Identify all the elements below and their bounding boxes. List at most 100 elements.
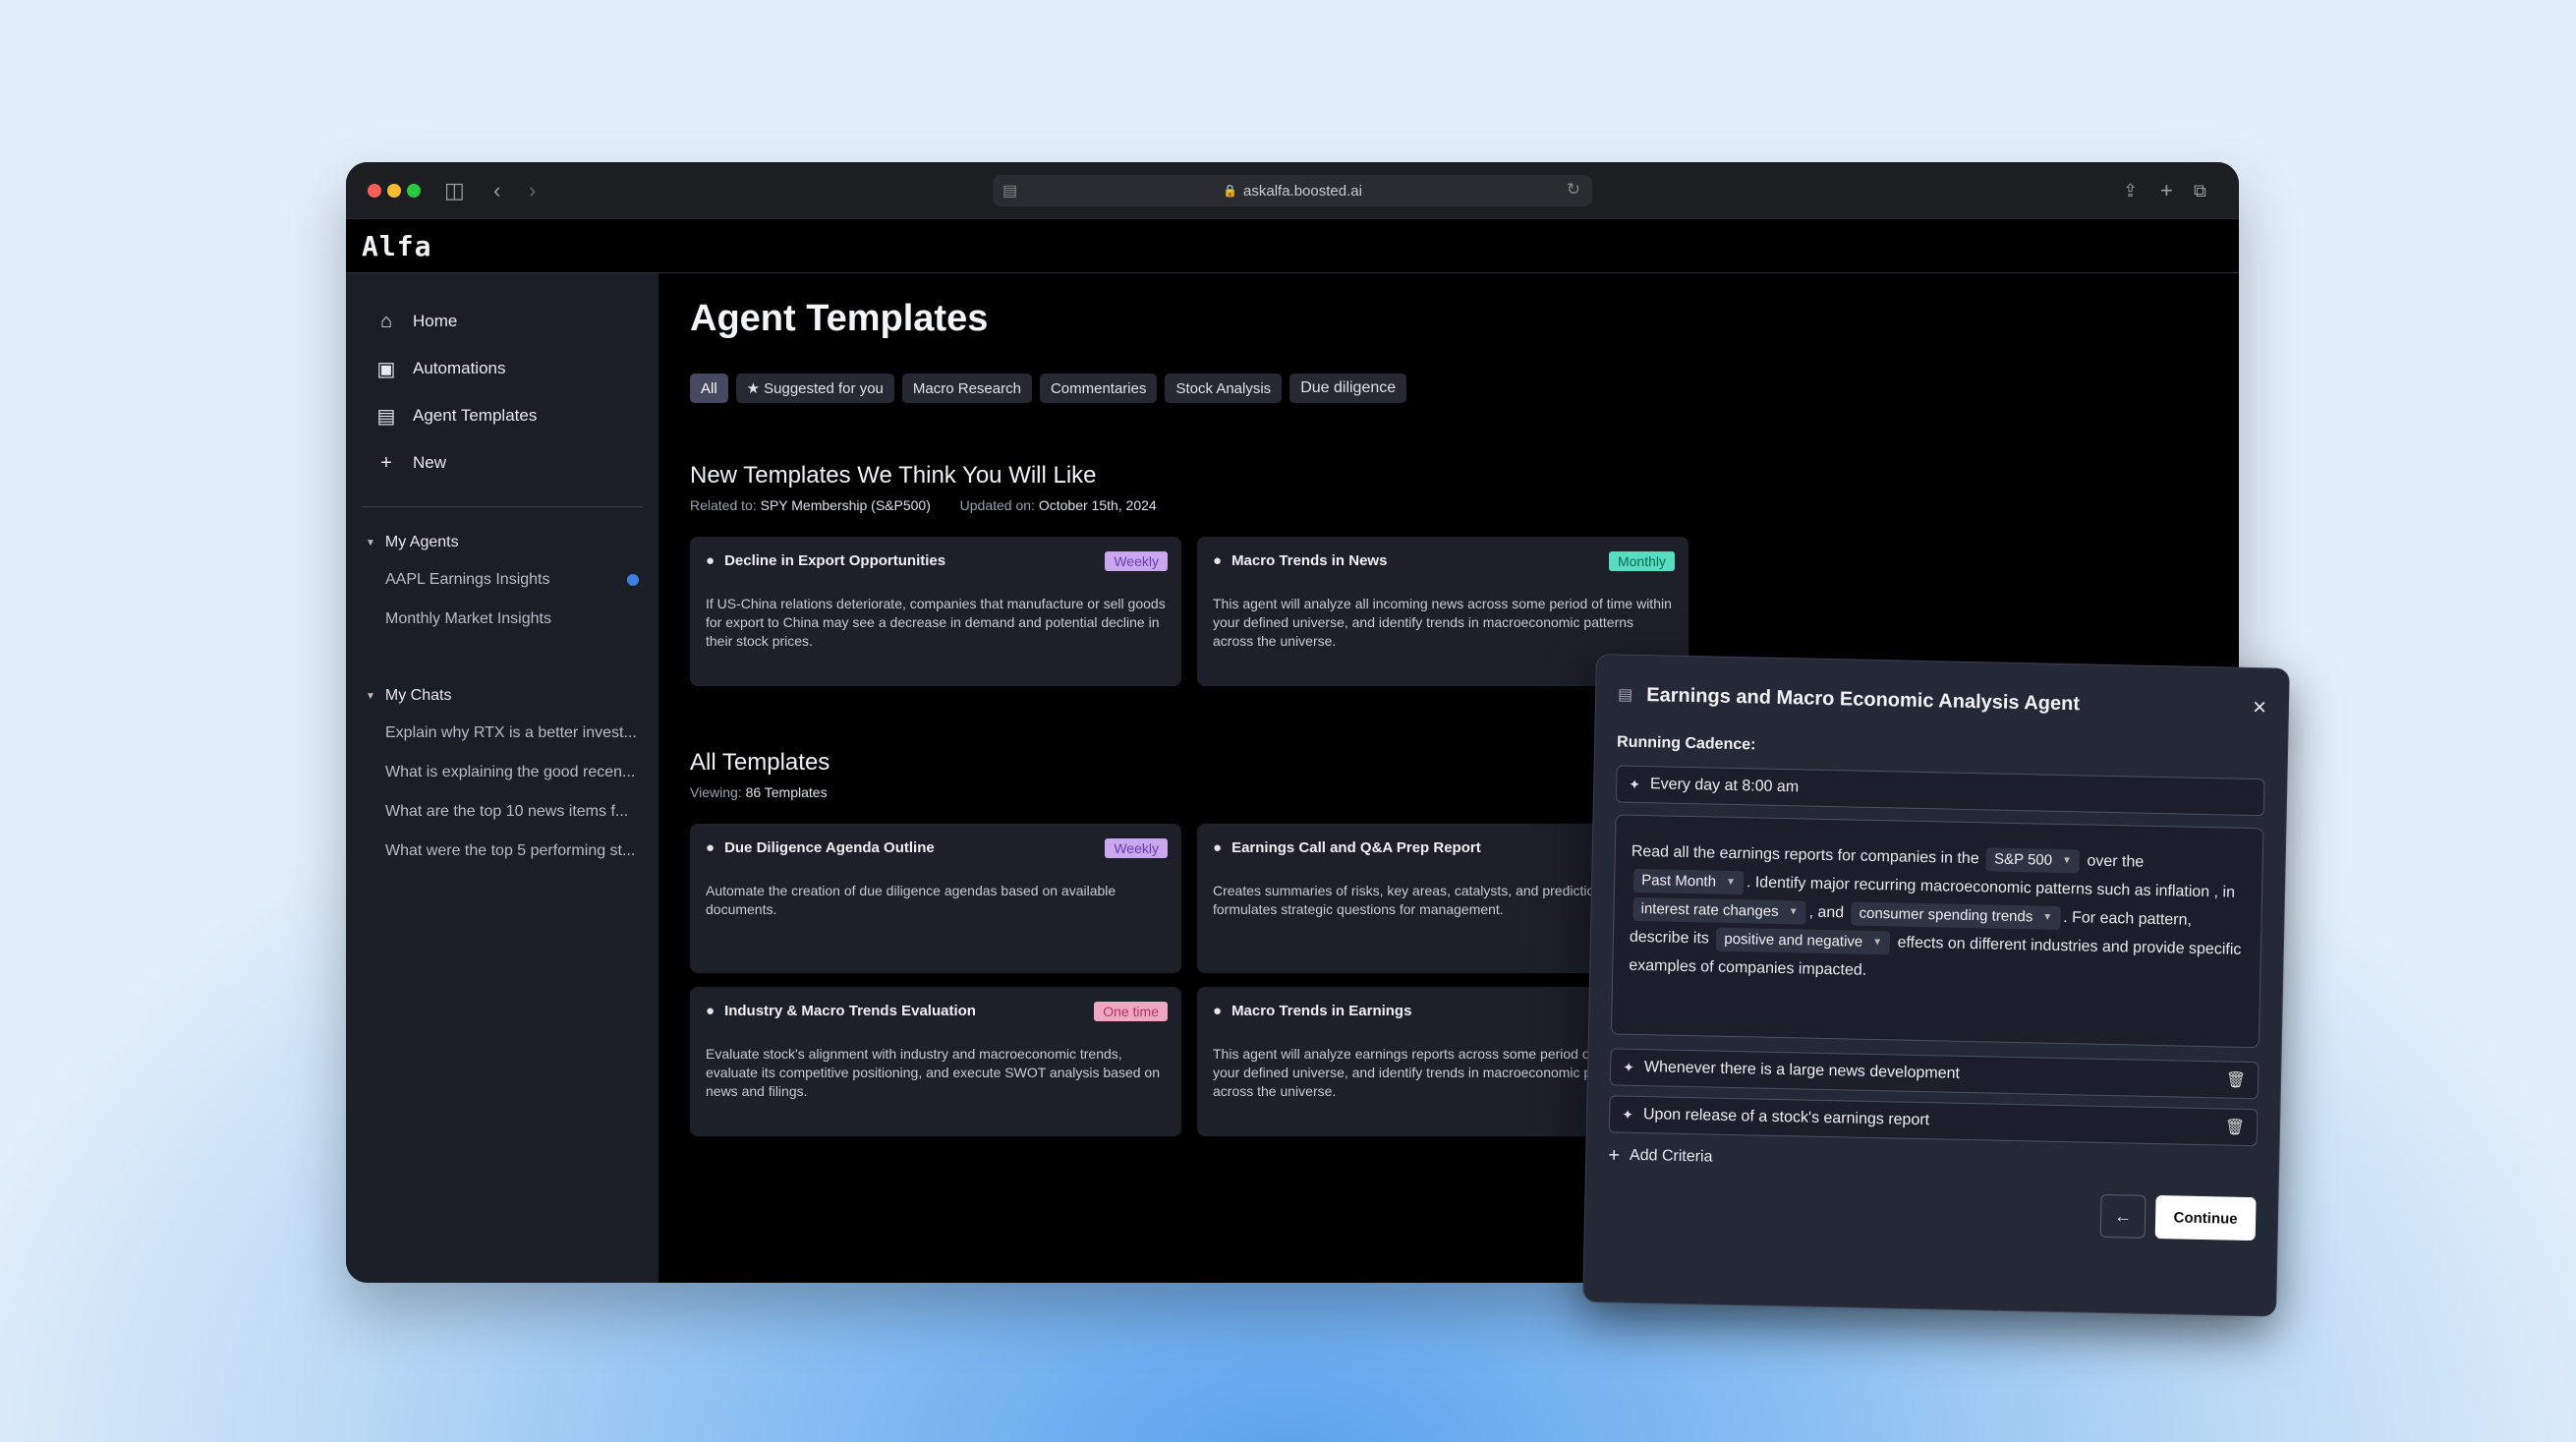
star-icon: ★: [746, 380, 761, 397]
criteria-item[interactable]: ✦ Whenever there is a large news develop…: [1609, 1048, 2260, 1100]
unread-badge: [627, 574, 639, 586]
filter-due-diligence[interactable]: Due diligence: [1289, 374, 1407, 403]
prompt-editor[interactable]: Read all the earnings reports for compan…: [1610, 814, 2264, 1049]
filter-all[interactable]: All: [690, 374, 728, 403]
sparkle-icon: ✦: [1622, 1106, 1634, 1123]
lightbulb-icon: ●: [706, 552, 716, 569]
agent-item[interactable]: AAPL Earnings Insights: [346, 560, 658, 600]
app-header: Alfa: [346, 219, 2239, 273]
lightbulb-icon: ●: [1213, 552, 1223, 569]
add-criteria-button[interactable]: + Add Criteria: [1608, 1142, 2257, 1182]
cadence-field[interactable]: ✦ Every day at 8:00 am: [1615, 765, 2265, 817]
app-logo[interactable]: Alfa: [362, 230, 431, 262]
close-icon[interactable]: ×: [2253, 694, 2267, 721]
universe-dropdown[interactable]: S&P 500 ▼: [1985, 847, 2081, 874]
new-tab-icon[interactable]: +: [2160, 177, 2173, 204]
chat-item[interactable]: What are the top 10 news items f...: [346, 792, 658, 832]
back-icon[interactable]: ‹: [493, 177, 500, 204]
arrow-left-icon: ←: [2113, 1205, 2133, 1227]
close-window-button[interactable]: [368, 184, 381, 198]
card-description: This agent will analyze all incoming new…: [1213, 596, 1672, 649]
sparkle-icon: ✦: [1629, 776, 1641, 792]
filter-macro-research[interactable]: Macro Research: [901, 374, 1032, 403]
updated-label: Updated on:: [959, 497, 1035, 513]
reload-icon[interactable]: ↻: [1567, 180, 1580, 200]
prompt-text: Read all the earnings reports for compan…: [1631, 842, 1979, 868]
minimize-window-button[interactable]: [387, 184, 401, 198]
chat-label: What are the top 10 news items f...: [385, 803, 629, 820]
back-button[interactable]: ←: [2099, 1193, 2147, 1239]
filter-tabs: All ★ Suggested for you Macro Research Co…: [690, 374, 2207, 403]
share-icon[interactable]: ⇪: [2123, 177, 2138, 204]
viewing-label: Viewing:: [690, 784, 742, 800]
chevron-down-icon: ▼: [366, 537, 375, 548]
nav-label: Automations: [413, 359, 506, 377]
sparkle-icon: ✦: [1623, 1059, 1635, 1075]
chevron-down-icon: ▼: [1788, 906, 1799, 918]
library-icon: ▤: [376, 405, 396, 428]
page-settings-icon[interactable]: ▤: [1002, 181, 1017, 201]
nav-agent-templates[interactable]: ▤ Agent Templates: [346, 392, 658, 439]
maximize-window-button[interactable]: [407, 184, 421, 198]
agent-label: AAPL Earnings Insights: [385, 571, 550, 588]
chat-item[interactable]: Explain why RTX is a better invest...: [346, 714, 658, 753]
nav-label: New: [413, 453, 447, 472]
tabs-overview-icon[interactable]: ⧉: [2194, 177, 2206, 204]
browser-chrome: ◫ ‹ › ▤ 🔒 askalfa.boosted.ai ↻ ⇪ + ⧉: [346, 162, 2239, 219]
filter-suggested[interactable]: ★ Suggested for you: [735, 374, 894, 403]
card-title: Decline in Export Opportunities: [724, 552, 946, 569]
cadence-tag: Monthly: [1608, 551, 1675, 571]
template-card[interactable]: ● Decline in Export Opportunities Weekly …: [690, 537, 1181, 686]
effects-dropdown[interactable]: positive and negative ▼: [1716, 927, 1891, 955]
prompt-text: over the: [2087, 852, 2145, 871]
pill-label: Past Month: [1641, 872, 1717, 891]
pill-label: interest rate changes: [1640, 900, 1779, 920]
chevron-down-icon: ▼: [2061, 854, 2073, 867]
lightbulb-icon: ●: [1213, 1003, 1223, 1019]
sidebar-divider: [362, 506, 643, 507]
sidebar-toggle-icon[interactable]: ◫: [444, 177, 465, 204]
pattern-dropdown-1[interactable]: interest rate changes ▼: [1632, 896, 1806, 925]
prompt-text: , and: [1808, 903, 1845, 922]
criteria-label: Upon release of a stock's earnings repor…: [1642, 1106, 1930, 1129]
updated-value: October 15th, 2024: [1038, 497, 1157, 513]
nav-new[interactable]: + New: [346, 439, 658, 487]
filter-commentaries[interactable]: Commentaries: [1039, 374, 1158, 403]
forward-icon[interactable]: ›: [529, 177, 536, 204]
cadence-value: Every day at 8:00 am: [1649, 776, 1800, 796]
chat-item[interactable]: What is explaining the good recen...: [346, 753, 658, 792]
prompt-text: . Identify major recurring macroeconomic…: [1746, 874, 2236, 901]
new-templates-title: New Templates We Think You Will Like: [690, 462, 1097, 489]
address-bar[interactable]: ▤ 🔒 askalfa.boosted.ai ↻: [993, 175, 1592, 206]
chat-item[interactable]: What were the top 5 performing st...: [346, 832, 658, 871]
chat-label: What is explaining the good recen...: [385, 764, 636, 780]
chevron-down-icon: ▼: [1872, 936, 1883, 949]
lightbulb-icon: ●: [1213, 839, 1223, 856]
agent-item[interactable]: Monthly Market Insights: [346, 600, 658, 639]
nav-automations[interactable]: ▣ Automations: [346, 345, 658, 392]
nav-home[interactable]: ⌂ Home: [346, 298, 658, 345]
trash-icon[interactable]: 🗑: [2226, 1070, 2247, 1090]
continue-button[interactable]: Continue: [2154, 1195, 2257, 1241]
add-criteria-label: Add Criteria: [1629, 1146, 1713, 1166]
pattern-dropdown-2[interactable]: consumer spending trends ▼: [1851, 901, 2061, 930]
lightbulb-icon: ●: [706, 1003, 716, 1019]
template-card[interactable]: ● Due Diligence Agenda Outline Weekly Aut…: [690, 824, 1181, 973]
chevron-down-icon: ▼: [1725, 876, 1737, 889]
modal-title: Earnings and Macro Economic Analysis Age…: [1646, 683, 2081, 715]
criteria-item[interactable]: ✦ Upon release of a stock's earnings rep…: [1608, 1095, 2259, 1147]
related-label: Related to:: [690, 497, 757, 513]
url-text: askalfa.boosted.ai: [1243, 182, 1362, 200]
my-agents-header[interactable]: ▼ My Agents: [346, 525, 658, 560]
trash-icon[interactable]: 🗑: [2225, 1118, 2246, 1137]
period-dropdown[interactable]: Past Month ▼: [1632, 868, 1745, 895]
agent-label: Monthly Market Insights: [385, 610, 551, 627]
template-card[interactable]: ● Industry & Macro Trends Evaluation One …: [690, 987, 1181, 1136]
criteria-label: Whenever there is a large news developme…: [1643, 1059, 1961, 1082]
card-description: Automate the creation of due diligence a…: [706, 883, 1116, 917]
card-description: Evaluate stock's alignment with industry…: [706, 1046, 1160, 1099]
my-chats-header[interactable]: ▼ My Chats: [346, 678, 658, 714]
section-label: My Agents: [384, 534, 459, 550]
nav-label: Home: [413, 312, 458, 330]
filter-stock-analysis[interactable]: Stock Analysis: [1165, 374, 1283, 403]
